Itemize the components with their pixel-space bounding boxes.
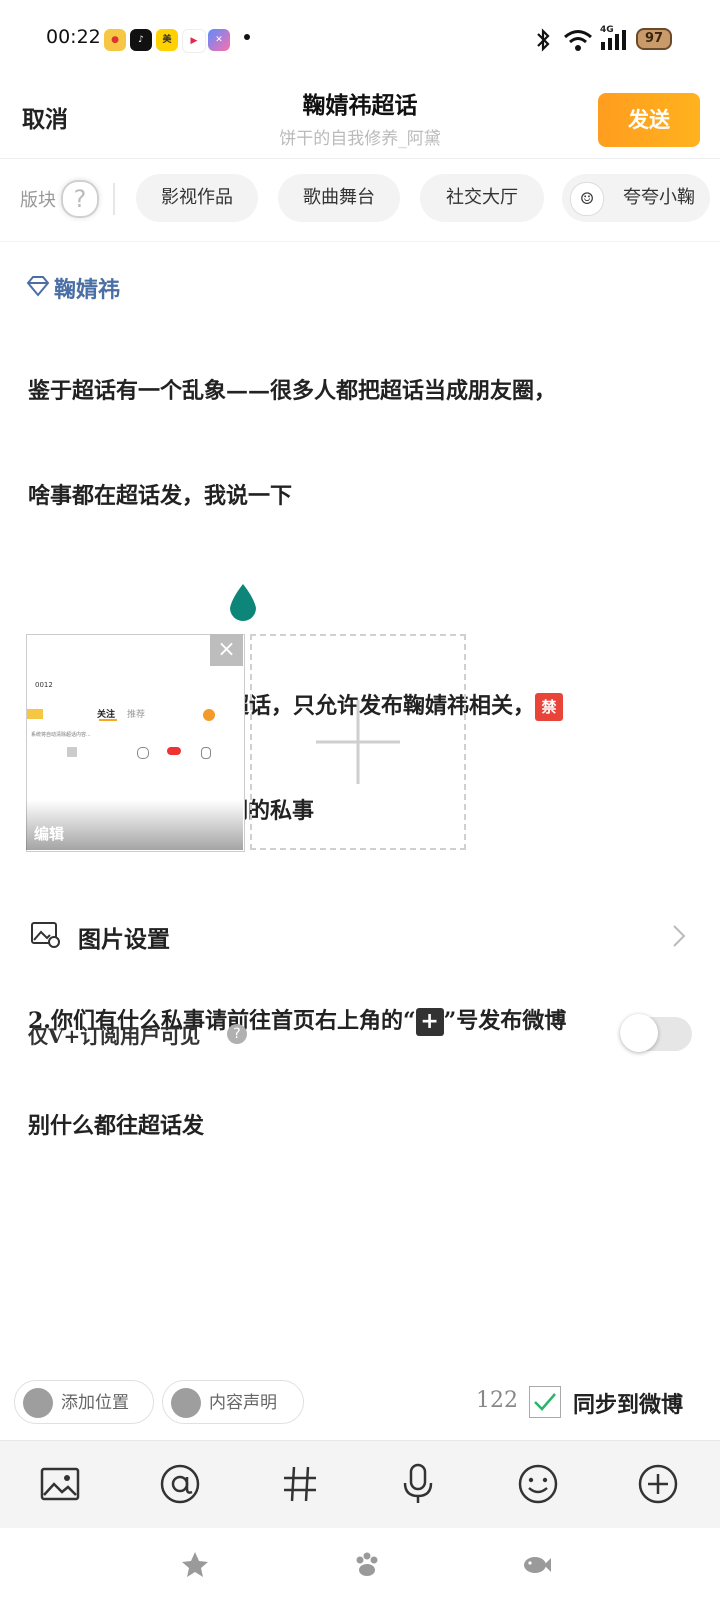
section-separator <box>113 183 115 215</box>
compose-toolbar <box>0 1440 720 1529</box>
chip-film-works[interactable]: 影视作品 <box>136 174 258 222</box>
char-count: 122 <box>476 1388 518 1413</box>
thumb-time: 0012 <box>35 681 53 689</box>
image-settings-icon <box>31 922 60 948</box>
add-image-button[interactable] <box>250 634 466 850</box>
sync-weibo-checkbox[interactable] <box>529 1386 561 1418</box>
4g-signal-icon <box>601 30 626 50</box>
weibo-icon: ● <box>104 29 126 51</box>
diamond-icon <box>26 276 50 297</box>
location-icon <box>23 1388 53 1418</box>
plus-icon <box>316 700 400 784</box>
status-time: 00:22 <box>46 26 101 48</box>
chip-kuakua[interactable]: ☺ 夸夸小鞠 <box>562 174 710 222</box>
content-statement-label: 内容声明 <box>209 1393 277 1413</box>
ban-emoji-icon: 禁 <box>534 693 563 721</box>
chips-divider <box>0 241 720 242</box>
emoji-icon[interactable] <box>516 1462 560 1506</box>
wifi-icon <box>564 30 592 51</box>
star-icon[interactable] <box>180 1550 210 1580</box>
text-cursor-handle[interactable] <box>226 584 260 626</box>
thumb-icon <box>167 747 181 755</box>
thumb-edit-button[interactable]: 编辑 <box>34 823 64 844</box>
chevron-right-icon <box>673 925 686 947</box>
topic-tag[interactable]: 鞠婧祎 <box>54 272 120 304</box>
cancel-button[interactable]: 取消 <box>22 100 68 134</box>
meituan-icon: 美 <box>156 29 178 51</box>
fish-icon[interactable] <box>522 1550 552 1580</box>
bluetooth-icon <box>537 28 550 52</box>
content-statement-button[interactable]: 内容声明 <box>162 1380 304 1424</box>
microphone-icon[interactable] <box>396 1462 440 1506</box>
check-icon <box>534 1393 556 1411</box>
chip-label: 夸夸小鞠 <box>623 187 695 208</box>
post-line: 啥事都在超话发，我说一下 <box>28 483 293 509</box>
section-label: 版块 <box>20 190 56 211</box>
chip-avatar-icon: ☺ <box>570 182 604 216</box>
add-location-label: 添加位置 <box>61 1393 129 1413</box>
remove-image-button[interactable]: × <box>210 634 243 666</box>
video-icon: ▶ <box>182 29 206 53</box>
statement-icon <box>171 1388 201 1418</box>
post-line: 鉴于超话有一个乱象——很多人都把超话当成朋友圈， <box>28 378 557 404</box>
thumb-bar <box>27 709 43 719</box>
plus-emoji-icon: + <box>415 1008 444 1036</box>
toggle-knob <box>620 1014 658 1052</box>
thumb-icon <box>201 747 211 759</box>
header-divider <box>0 158 720 159</box>
vplus-visibility-label: 仅V+订阅用户可见 <box>28 1024 201 1048</box>
mention-icon[interactable] <box>158 1462 202 1506</box>
thumb-icon <box>137 747 149 759</box>
sync-weibo-label[interactable]: 同步到微博 <box>573 1387 683 1419</box>
chip-song-stage[interactable]: 歌曲舞台 <box>278 174 400 222</box>
image-icon[interactable] <box>38 1462 82 1506</box>
plus-circle-icon[interactable] <box>636 1462 680 1506</box>
image-settings-label: 图片设置 <box>78 926 170 953</box>
help-icon[interactable]: ? <box>227 1024 247 1044</box>
thumb-plus-icon <box>203 709 215 721</box>
thumb-underline <box>99 719 117 721</box>
thumb-tip: 系统将自动清除超话内容... <box>31 732 91 738</box>
battery-icon: 97 <box>636 28 672 50</box>
add-location-button[interactable]: 添加位置 <box>14 1380 154 1424</box>
app-icon: ✕ <box>208 29 230 51</box>
hashtag-icon[interactable] <box>278 1462 322 1506</box>
notification-dot <box>244 34 250 40</box>
thumb-icon <box>67 747 77 757</box>
post-line: 别什么都往超话发 <box>28 1113 205 1139</box>
send-button[interactable]: 发送 <box>598 93 700 147</box>
chip-social-hall[interactable]: 社交大厅 <box>420 174 544 222</box>
help-icon[interactable]: ? <box>61 180 99 218</box>
paw-icon[interactable] <box>352 1550 382 1580</box>
douyin-icon: ♪ <box>130 29 152 51</box>
thumb-tab: 推荐 <box>127 710 146 720</box>
